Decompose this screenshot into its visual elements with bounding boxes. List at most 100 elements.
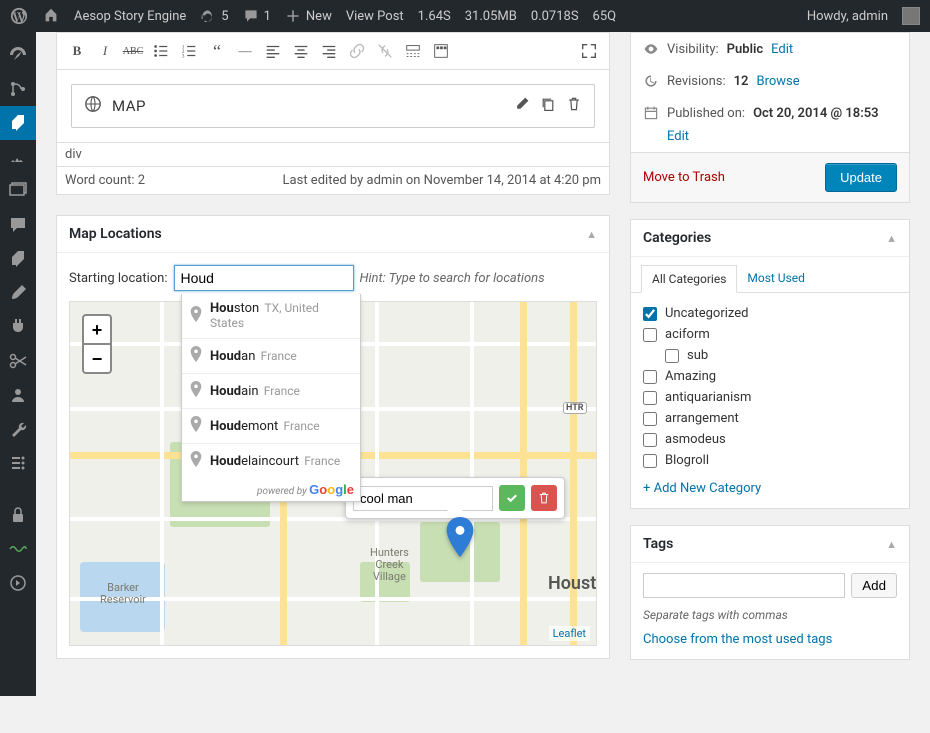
menu-cut[interactable] — [0, 344, 36, 378]
category-item[interactable]: Uncategorized — [643, 303, 897, 324]
zoom-out-button[interactable]: − — [82, 344, 112, 374]
fullscreen-button[interactable] — [577, 39, 601, 63]
menu-posts[interactable] — [0, 106, 36, 140]
category-checkbox[interactable] — [643, 307, 657, 321]
link-button[interactable] — [345, 39, 369, 63]
autocomplete-item[interactable]: Houston TX, United States — [182, 294, 360, 339]
category-checkbox[interactable] — [643, 433, 657, 447]
howdy[interactable]: Howdy, admin — [807, 9, 888, 24]
autocomplete-item[interactable]: Houdelaincourt France — [182, 444, 360, 478]
edit-icon[interactable] — [514, 96, 530, 116]
menu-dashboard[interactable] — [0, 38, 36, 72]
copy-icon[interactable] — [540, 96, 556, 116]
marker-popup — [345, 477, 565, 519]
ol-button[interactable]: 123 — [177, 39, 201, 63]
tag-hint: Separate tags with commas — [631, 608, 909, 632]
tab-all-categories[interactable]: All Categories — [641, 265, 737, 293]
hr-button[interactable]: — — [233, 39, 257, 63]
category-checkbox[interactable] — [665, 349, 679, 363]
autocomplete-item[interactable]: Houdan France — [182, 339, 360, 374]
location-autocomplete: Houston TX, United StatesHoudan FranceHo… — [181, 294, 361, 502]
tags-toggle[interactable]: ▲ — [886, 538, 897, 551]
publish-box: Visibility: Public Edit Revisions: 12 Br… — [630, 32, 910, 203]
start-location-input[interactable] — [174, 265, 354, 291]
menu-plugins[interactable] — [0, 310, 36, 344]
menu-pin[interactable] — [0, 242, 36, 276]
map-marker[interactable] — [445, 517, 475, 547]
menu-wave[interactable] — [0, 532, 36, 566]
component-label: MAP — [112, 97, 146, 115]
editor-body[interactable]: MAP — [56, 69, 610, 143]
category-checkbox[interactable] — [643, 391, 657, 405]
menu-git[interactable] — [0, 72, 36, 106]
autocomplete-item[interactable]: Houdain France — [182, 374, 360, 409]
align-left-button[interactable] — [261, 39, 285, 63]
menu-collapse[interactable] — [0, 566, 36, 600]
italic-button[interactable]: I — [93, 39, 117, 63]
move-to-trash[interactable]: Move to Trash — [643, 170, 725, 185]
leaflet-attribution[interactable]: Leaflet — [549, 626, 590, 641]
autocomplete-item[interactable]: Houdemont France — [182, 409, 360, 444]
ul-button[interactable] — [149, 39, 173, 63]
zoom-in-button[interactable]: + — [82, 314, 112, 344]
menu-tools[interactable] — [0, 412, 36, 446]
category-item[interactable]: Amazing — [643, 366, 897, 387]
align-center-button[interactable] — [289, 39, 313, 63]
pin-icon — [190, 306, 202, 326]
trash-icon[interactable] — [566, 96, 582, 116]
menu-media[interactable] — [0, 174, 36, 208]
updates-item[interactable]: 5 — [200, 8, 228, 24]
revisions-browse-link[interactable]: Browse — [756, 74, 799, 89]
metabox-toggle[interactable]: ▲ — [586, 228, 597, 241]
site-title[interactable]: Aesop Story Engine — [74, 9, 186, 24]
category-checkbox[interactable] — [643, 328, 657, 342]
menu-lock[interactable] — [0, 498, 36, 532]
category-item[interactable]: sub — [665, 345, 897, 366]
revisions-icon — [643, 73, 659, 89]
menu-users[interactable] — [0, 378, 36, 412]
comments-item[interactable]: 1 — [243, 8, 271, 24]
categories-toggle[interactable]: ▲ — [886, 232, 897, 245]
wp-logo[interactable] — [10, 7, 28, 25]
update-button[interactable]: Update — [825, 163, 897, 192]
tag-input[interactable] — [643, 573, 845, 598]
published-edit-link[interactable]: Edit — [667, 129, 897, 144]
zoom-control: + − — [82, 314, 112, 374]
category-item[interactable]: asmodeus — [643, 429, 897, 450]
home-icon[interactable] — [42, 7, 60, 25]
map-label-hunters: HuntersCreekVillage — [370, 547, 409, 583]
editor-footer: Word count: 2 Last edited by admin on No… — [56, 167, 610, 195]
marker-delete-button[interactable] — [531, 485, 557, 511]
add-new-category-link[interactable]: + Add New Category — [643, 481, 761, 496]
view-post[interactable]: View Post — [346, 9, 404, 24]
category-checkbox[interactable] — [643, 370, 657, 384]
map-label-houston: Houstor — [548, 574, 597, 594]
category-item[interactable]: Blogroll — [643, 450, 897, 471]
category-item[interactable]: antiquarianism — [643, 387, 897, 408]
admin-bar: Aesop Story Engine 5 1 New View Post 1.6… — [0, 0, 930, 32]
new-item[interactable]: New — [285, 8, 332, 24]
align-right-button[interactable] — [317, 39, 341, 63]
menu-brush[interactable] — [0, 276, 36, 310]
choose-tags-link[interactable]: Choose from the most used tags — [643, 632, 832, 647]
category-checkbox[interactable] — [643, 454, 657, 468]
avatar[interactable] — [902, 7, 920, 25]
strike-button[interactable]: ABC — [121, 39, 145, 63]
map-component: MAP — [71, 84, 595, 128]
category-item[interactable]: arrangement — [643, 408, 897, 429]
marker-confirm-button[interactable] — [499, 485, 525, 511]
unlink-button[interactable] — [373, 39, 397, 63]
marker-label-input[interactable] — [353, 486, 493, 511]
quote-button[interactable]: “ — [205, 39, 229, 63]
more-button[interactable] — [401, 39, 425, 63]
toolbar-toggle-button[interactable] — [429, 39, 453, 63]
category-item[interactable]: aciform — [643, 324, 897, 345]
bold-button[interactable]: B — [65, 39, 89, 63]
menu-tracks[interactable] — [0, 140, 36, 174]
tab-most-used[interactable]: Most Used — [737, 265, 815, 292]
menu-settings[interactable] — [0, 446, 36, 480]
menu-comments[interactable] — [0, 208, 36, 242]
visibility-edit-link[interactable]: Edit — [771, 42, 793, 57]
tag-add-button[interactable]: Add — [851, 573, 897, 598]
category-checkbox[interactable] — [643, 412, 657, 426]
